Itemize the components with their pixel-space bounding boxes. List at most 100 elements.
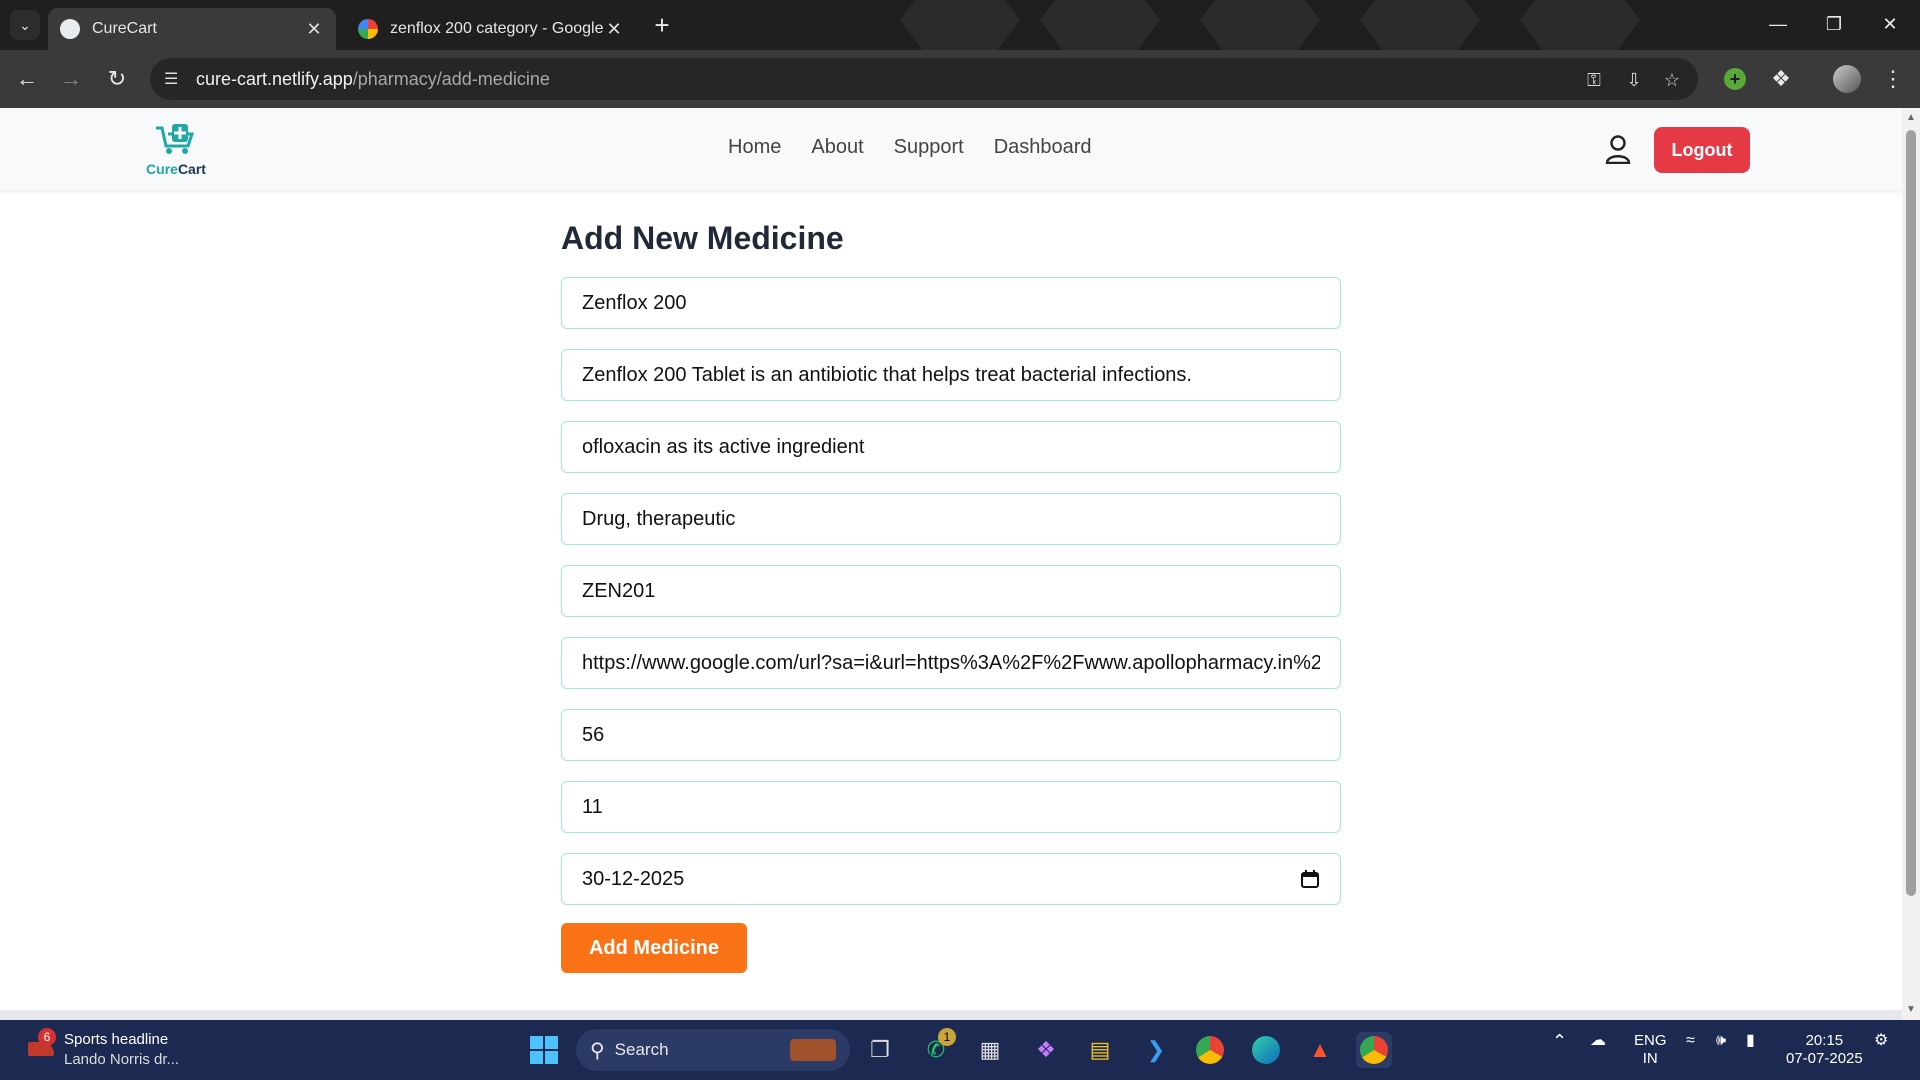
brave-icon[interactable]: ▲ — [1302, 1032, 1338, 1068]
close-window-icon[interactable]: ✕ — [1870, 6, 1910, 42]
wallpaper-shape — [900, 0, 1020, 50]
windows-start-icon[interactable] — [526, 1032, 562, 1068]
curecart-favicon-icon — [60, 19, 80, 39]
field-value: Drug, therapeutic — [582, 507, 736, 530]
wallpaper-shape — [1520, 0, 1640, 50]
volume-icon[interactable]: 🕪 — [1716, 1032, 1726, 1050]
nav-link-dashboard[interactable]: Dashboard — [994, 136, 1092, 159]
extension-green-icon[interactable]: + — [1720, 64, 1750, 94]
install-app-icon[interactable]: ⇩ — [1622, 68, 1646, 92]
browser-toolbar: ← → ↻ ☰ cure-cart.netlify.app /pharmacy/… — [0, 50, 1920, 108]
taskbar-search[interactable]: ⚲ Search — [576, 1029, 850, 1071]
medicine-code-input[interactable]: ZEN201 — [561, 565, 1341, 617]
browser-tabstrip: ⌄ CureCart ✕ zenflox 200 category - Goog… — [0, 0, 1920, 50]
nav-link-home[interactable]: Home — [728, 136, 781, 159]
field-value: Zenflox 200 — [582, 291, 687, 314]
wallpaper-shape — [1360, 0, 1480, 50]
calendar-icon[interactable] — [1300, 869, 1320, 889]
copilot-icon[interactable]: ❖ — [1028, 1032, 1064, 1068]
search-icon: ⚲ — [590, 1039, 605, 1062]
news-subtitle: Lando Norris dr... — [64, 1051, 180, 1068]
extensions-puzzle-icon[interactable]: ❖ — [1766, 64, 1796, 94]
page-viewport: CureCart Home About Support Dashboard Lo… — [0, 108, 1902, 1012]
field-value: ofloxacin as its active ingredient — [582, 435, 865, 458]
image-url-input[interactable]: https://www.google.com/url?sa=i&url=http… — [561, 637, 1341, 689]
google-favicon-icon — [358, 19, 378, 39]
lang-code: ENG — [1634, 1032, 1667, 1049]
scrollbar-thumb[interactable] — [1906, 130, 1916, 896]
curecart-logo[interactable]: CureCart — [146, 122, 206, 177]
news-widget[interactable]: 6 Sports headline Lando Norris dr... — [28, 1028, 180, 1070]
chrome-active-icon[interactable] — [1356, 1032, 1392, 1068]
field-value: https://www.google.com/url?sa=i&url=http… — [582, 651, 1320, 674]
whatsapp-badge: 1 — [938, 1028, 956, 1046]
price-input[interactable]: 56 — [561, 709, 1341, 761]
vscode-icon[interactable]: ❯ — [1138, 1032, 1174, 1068]
field-value: 56 — [582, 723, 605, 746]
add-medicine-button[interactable]: Add Medicine — [561, 923, 747, 973]
minimize-icon[interactable]: — — [1758, 6, 1798, 42]
edge-icon[interactable] — [1248, 1032, 1284, 1068]
tab-search-button[interactable]: ⌄ — [10, 10, 40, 40]
scroll-down-icon[interactable]: ▼ — [1905, 1004, 1917, 1016]
field-value: ZEN201 — [582, 579, 656, 602]
forward-icon[interactable]: → — [56, 64, 86, 94]
tab-title: CureCart — [92, 20, 157, 37]
profile-avatar[interactable] — [1832, 64, 1862, 94]
tab-curecart[interactable]: CureCart ✕ — [48, 8, 336, 50]
windows-taskbar: 6 Sports headline Lando Norris dr... ⚲ S… — [0, 1020, 1920, 1080]
close-tab-icon[interactable]: ✕ — [304, 19, 324, 40]
field-value: 30-12-2025 — [582, 867, 685, 890]
logo-text: CureCart — [146, 161, 206, 177]
restore-icon[interactable]: ❐ — [1814, 6, 1854, 42]
whatsapp-icon[interactable]: ✆ 1 — [918, 1028, 956, 1068]
battery-icon[interactable]: ▮ — [1746, 1032, 1755, 1050]
clock[interactable]: 20:15 07-07-2025 — [1786, 1032, 1863, 1068]
description-input[interactable]: Zenflox 200 Tablet is an antibiotic that… — [561, 349, 1341, 401]
site-info-icon[interactable]: ☰ — [164, 69, 184, 89]
category-input[interactable]: Drug, therapeutic — [561, 493, 1341, 545]
wifi-icon[interactable]: ≈ — [1686, 1032, 1695, 1050]
page-scrollbar[interactable]: ▲ ▼ — [1902, 108, 1920, 1020]
field-value: Zenflox 200 Tablet is an antibiotic that… — [582, 363, 1192, 386]
nav-link-about[interactable]: About — [811, 136, 863, 159]
wallpaper-shape — [1200, 0, 1320, 50]
tab-google-search[interactable]: zenflox 200 category - Google S ✕ — [346, 8, 636, 50]
stock-input[interactable]: 11 — [561, 781, 1341, 833]
nav-link-support[interactable]: Support — [894, 136, 964, 159]
show-hidden-icons-icon[interactable]: ⌃ — [1552, 1032, 1567, 1050]
page-title: Add New Medicine — [561, 220, 844, 256]
task-view-icon[interactable]: ❐ — [862, 1032, 898, 1068]
site-navbar: CureCart Home About Support Dashboard Lo… — [0, 108, 1902, 190]
close-tab-icon[interactable]: ✕ — [604, 19, 624, 40]
region-code: IN — [1642, 1050, 1658, 1067]
address-bar[interactable]: ☰ cure-cart.netlify.app /pharmacy/add-me… — [150, 58, 1698, 100]
back-icon[interactable]: ← — [12, 64, 42, 94]
file-explorer-icon[interactable]: ▤ — [1082, 1032, 1118, 1068]
page-bottom-edge — [0, 1010, 1902, 1020]
reload-icon[interactable]: ↻ — [102, 64, 132, 94]
logout-button[interactable]: Logout — [1654, 127, 1750, 173]
password-key-icon[interactable]: ⚿ — [1582, 68, 1606, 92]
new-tab-button[interactable]: + — [647, 10, 677, 40]
medicine-name-input[interactable]: Zenflox 200 — [561, 277, 1341, 329]
bookmark-star-icon[interactable]: ☆ — [1660, 68, 1684, 92]
browser-menu-icon[interactable]: ⋮ — [1878, 64, 1908, 94]
microsoft-store-icon[interactable]: ▦ — [972, 1032, 1008, 1068]
add-medicine-form: Add New Medicine Zenflox 200 Zenflox 200… — [561, 220, 1341, 973]
chrome-icon[interactable] — [1192, 1032, 1228, 1068]
scroll-up-icon[interactable]: ▲ — [1905, 112, 1917, 124]
wallpaper-shape — [1040, 0, 1160, 50]
clock-date: 07-07-2025 — [1786, 1050, 1863, 1067]
composition-input[interactable]: ofloxacin as its active ingredient — [561, 421, 1341, 473]
main-nav: Home About Support Dashboard — [728, 136, 1092, 159]
tab-title: zenflox 200 category - Google S — [390, 20, 604, 37]
notifications-bell-icon[interactable]: ⚙ — [1874, 1032, 1888, 1050]
field-value: 11 — [582, 795, 603, 818]
url-path: /pharmacy/add-medicine — [352, 68, 550, 89]
language-indicator[interactable]: ENG IN — [1634, 1032, 1667, 1068]
user-profile-icon[interactable] — [1604, 134, 1632, 164]
expiry-date-input[interactable]: 30-12-2025 — [561, 853, 1341, 905]
onedrive-icon[interactable]: ☁ — [1590, 1032, 1606, 1050]
url-host: cure-cart.netlify.app — [196, 68, 353, 89]
